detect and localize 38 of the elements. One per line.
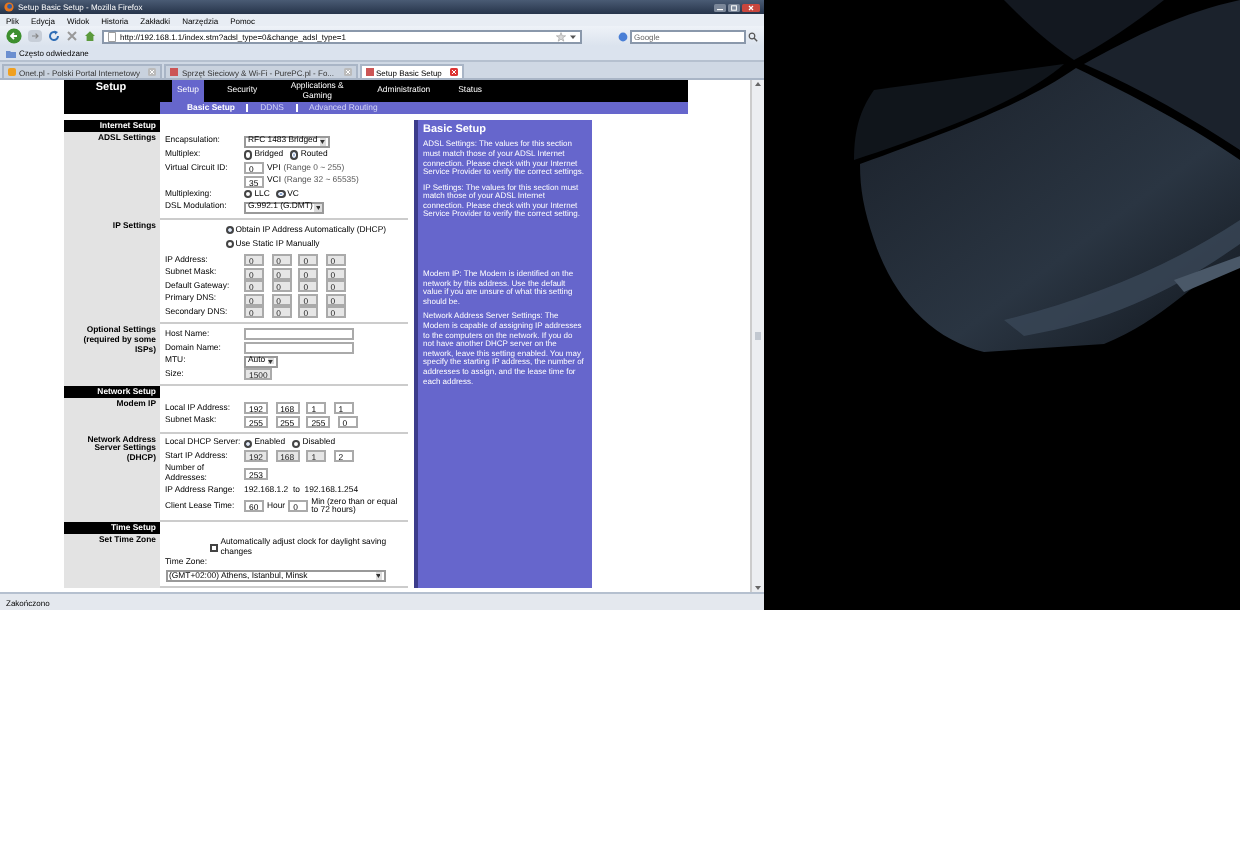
reload-icon[interactable] (48, 30, 60, 42)
input-field[interactable] (244, 342, 354, 355)
close-icon (343, 68, 351, 76)
star-icon (556, 31, 566, 41)
radio-button[interactable] (225, 239, 234, 249)
input-field[interactable] (244, 328, 354, 341)
firefox-icon (4, 2, 14, 12)
radio-button[interactable] (290, 150, 299, 159)
dropdown-icon (570, 33, 576, 39)
minimize-button[interactable] (714, 3, 726, 11)
close-icon (450, 68, 459, 76)
radio-button[interactable] (225, 226, 234, 235)
radio-button[interactable] (244, 150, 253, 159)
forward-button[interactable] (28, 30, 42, 42)
search-icon (748, 31, 758, 41)
page-icon (108, 31, 116, 41)
radio-button[interactable] (292, 439, 301, 448)
radio-button[interactable] (276, 190, 286, 199)
radio-button[interactable] (244, 190, 253, 199)
google-icon (618, 31, 628, 41)
close-button[interactable] (742, 3, 760, 11)
back-button[interactable] (6, 28, 22, 44)
dropdown-arrow-icon (315, 205, 321, 210)
dropdown-arrow-icon (376, 574, 381, 579)
dropdown-arrow-icon (268, 359, 274, 364)
close-icon (148, 68, 157, 76)
checkbox[interactable] (209, 543, 218, 553)
favicon-icon (8, 68, 16, 76)
scrollbar[interactable] (750, 80, 764, 592)
arrow-down-icon (754, 584, 762, 592)
radio-button[interactable] (244, 439, 253, 448)
maximize-button[interactable] (728, 3, 740, 11)
dropdown-arrow-icon (320, 139, 326, 144)
favicon-icon (365, 68, 373, 76)
scroll-thumb-icon (754, 332, 762, 340)
home-icon[interactable] (84, 30, 96, 42)
favicon-icon (170, 68, 179, 76)
arrow-up-icon (754, 80, 762, 88)
